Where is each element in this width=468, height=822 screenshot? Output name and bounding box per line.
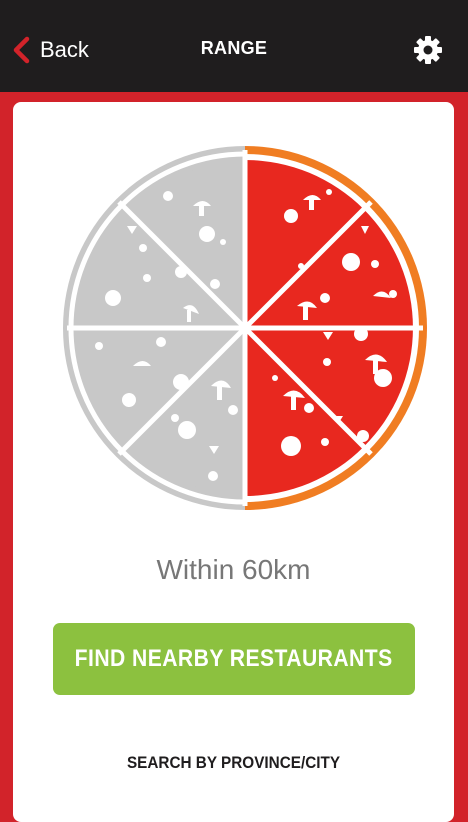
range-card: Within 60km FIND NEARBY RESTAURANTS SEAR… xyxy=(13,102,454,822)
page-title: RANGE xyxy=(200,38,268,58)
range-label: Within 60km xyxy=(156,554,311,585)
find-nearby-label: FIND NEARBY RESTAURANTS xyxy=(75,645,393,672)
find-nearby-restaurants-button[interactable]: FIND NEARBY RESTAURANTS xyxy=(53,623,415,695)
gear-icon[interactable] xyxy=(412,34,444,66)
search-by-province-city-link[interactable]: SEARCH BY PROVINCE/CITY xyxy=(35,753,432,773)
slice-dividers xyxy=(67,150,423,506)
pizza-range-selector[interactable] xyxy=(63,146,427,510)
top-bar: Back RANGE xyxy=(0,0,468,92)
